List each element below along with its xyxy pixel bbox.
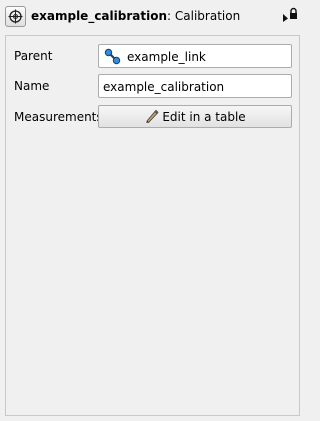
- target-crosshair-icon: [8, 9, 23, 24]
- link-node-icon: [104, 48, 121, 65]
- object-type-button[interactable]: [5, 6, 26, 27]
- parent-row: Parent example_link: [6, 44, 299, 68]
- object-name: example_calibration: [31, 9, 168, 23]
- object-type: Calibration: [174, 9, 241, 23]
- properties-panel: example_calibration: Calibration Parent: [0, 0, 305, 421]
- panel-header: example_calibration: Calibration: [0, 0, 305, 34]
- parent-field[interactable]: example_link: [98, 44, 292, 68]
- pencil-icon: [146, 109, 159, 124]
- measurements-label: Measurements: [14, 110, 103, 124]
- parent-value: example_link: [127, 50, 206, 64]
- lock-toggle[interactable]: [282, 7, 298, 23]
- edit-in-table-button[interactable]: Edit in a table: [98, 105, 292, 128]
- name-label: Name: [14, 79, 50, 93]
- edit-in-table-label: Edit in a table: [162, 109, 246, 124]
- name-value: example_calibration: [103, 80, 225, 94]
- name-row: Name example_calibration: [6, 74, 299, 98]
- lock-icon: [290, 7, 297, 19]
- name-field[interactable]: example_calibration: [98, 74, 292, 98]
- title-separator: :: [167, 9, 172, 23]
- properties-content: Parent example_link Name example_calibra…: [5, 35, 300, 416]
- measurements-row: Measurements Edit in a table: [6, 105, 299, 129]
- parent-label: Parent: [14, 49, 53, 63]
- panel-title: example_calibration: Calibration: [31, 9, 240, 23]
